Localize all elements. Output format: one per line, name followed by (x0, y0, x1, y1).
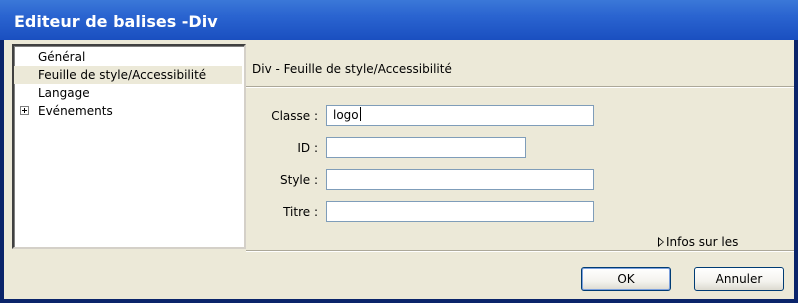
section-title: Div - Feuille de style/Accessibilité (252, 62, 452, 76)
category-item-general[interactable]: Général (14, 48, 242, 66)
category-label: Evénements (38, 104, 113, 118)
classe-value: logo (333, 108, 359, 122)
window-title: Editeur de balises -Div (14, 12, 218, 31)
plus-box-icon[interactable] (20, 106, 29, 115)
category-list[interactable]: Général Feuille de style/Accessibilité L… (12, 44, 246, 249)
category-item-stylesheet-accessibility[interactable]: Feuille de style/Accessibilité (14, 66, 242, 84)
classe-field[interactable]: logo (326, 105, 594, 126)
triangle-right-icon (658, 237, 664, 247)
ok-button[interactable]: OK (581, 267, 671, 291)
category-label: Feuille de style/Accessibilité (38, 68, 207, 82)
classe-label: Classe : (271, 109, 318, 123)
titre-field[interactable] (326, 201, 594, 222)
info-toggle[interactable]: Infos sur les (658, 235, 738, 249)
style-field[interactable] (326, 169, 594, 190)
cancel-button[interactable]: Annuler (694, 267, 784, 291)
info-toggle-label: Infos sur les (666, 235, 739, 249)
category-item-events[interactable]: Evénements (14, 102, 242, 120)
category-label: Langage (38, 86, 90, 100)
style-label: Style : (280, 173, 318, 187)
category-label: Général (38, 50, 86, 64)
title-bar[interactable]: Editeur de balises -Div (0, 0, 798, 40)
dialog-body: Général Feuille de style/Accessibilité L… (4, 40, 794, 299)
category-item-language[interactable]: Langage (14, 84, 242, 102)
bottom-divider (246, 250, 794, 251)
titre-label: Titre : (283, 205, 318, 219)
text-caret (359, 107, 361, 121)
id-label: ID : (297, 141, 318, 155)
id-field[interactable] (326, 137, 526, 158)
section-divider (246, 86, 794, 87)
tag-editor-window: Editeur de balises -Div Général Feuille … (0, 0, 798, 303)
